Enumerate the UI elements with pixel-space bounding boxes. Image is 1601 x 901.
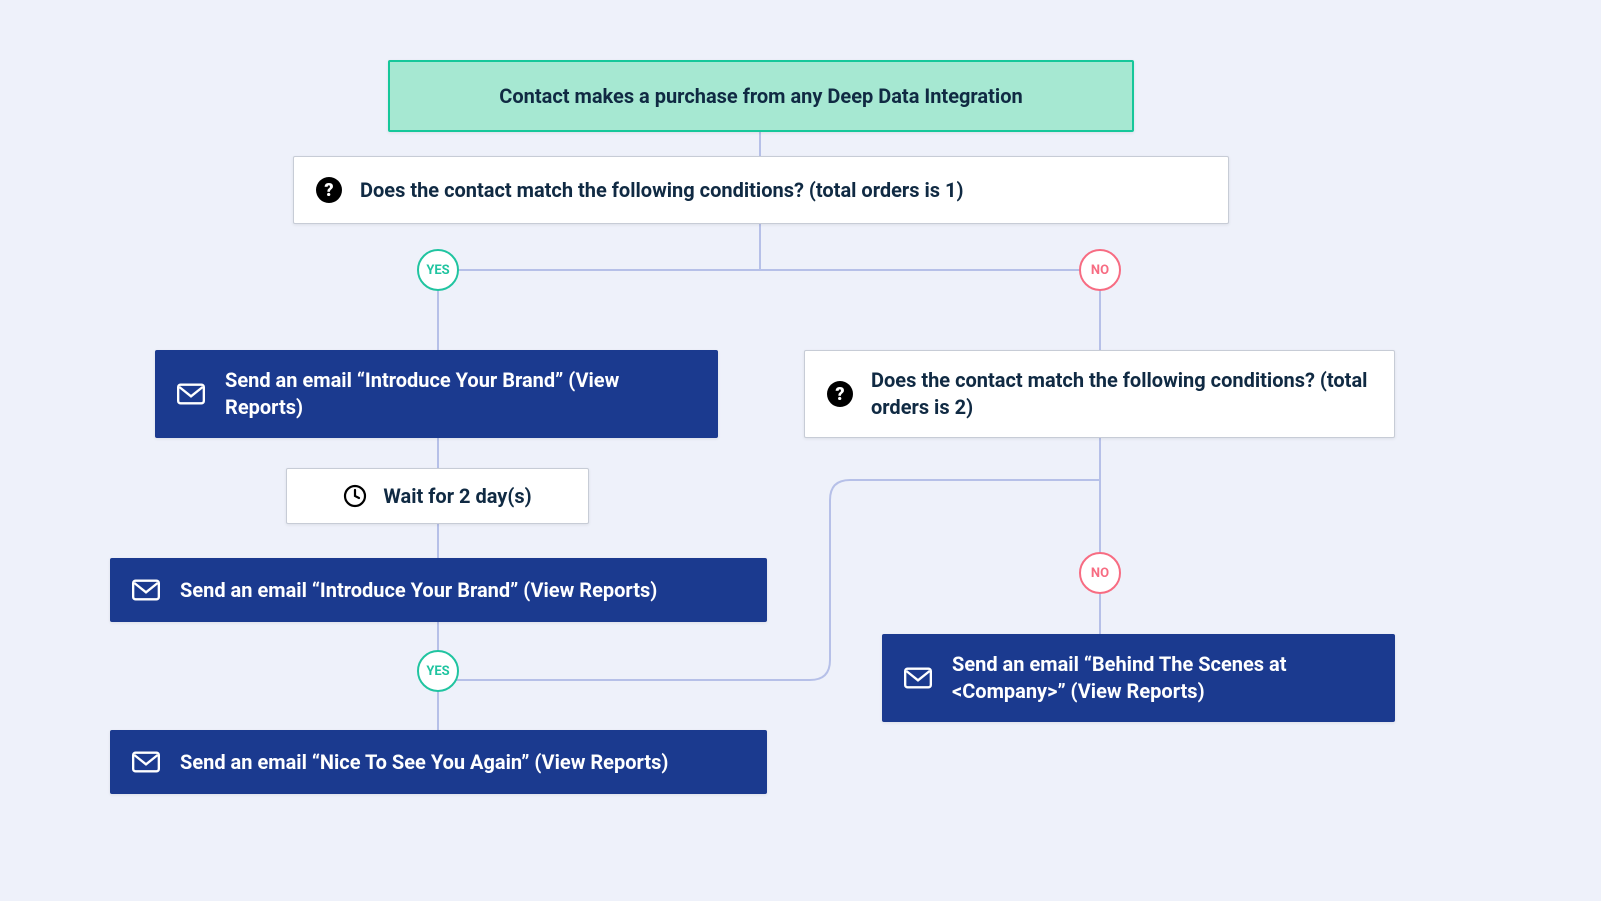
envelope-icon	[132, 579, 160, 601]
envelope-icon	[177, 383, 205, 405]
action-node-4: Send an email “Behind The Scenes at <Com…	[882, 634, 1395, 722]
action-node-2: Send an email “Introduce Your Brand” (Vi…	[110, 558, 767, 622]
branch-badge-no-2: NO	[1079, 552, 1121, 594]
condition-node-2: ? Does the contact match the following c…	[804, 350, 1395, 438]
trigger-node: Contact makes a purchase from any Deep D…	[388, 60, 1134, 132]
condition-text: Does the contact match the following con…	[871, 367, 1372, 421]
branch-badge-yes-1: YES	[417, 249, 459, 291]
condition-text: Does the contact match the following con…	[360, 178, 964, 202]
wait-text: Wait for 2 day(s)	[383, 484, 531, 508]
envelope-icon	[132, 751, 160, 773]
branch-badge-no-1: NO	[1079, 249, 1121, 291]
clock-icon	[343, 484, 367, 508]
action-text: Send an email “Introduce Your Brand” (Vi…	[225, 367, 696, 421]
envelope-icon	[904, 667, 932, 689]
action-text: Send an email “Introduce Your Brand” (Vi…	[180, 577, 657, 604]
wait-node: Wait for 2 day(s)	[286, 468, 589, 524]
condition-node-1: ? Does the contact match the following c…	[293, 156, 1229, 224]
branch-badge-yes-2: YES	[417, 650, 459, 692]
trigger-text: Contact makes a purchase from any Deep D…	[499, 84, 1022, 108]
action-text: Send an email “Behind The Scenes at <Com…	[952, 651, 1373, 705]
question-icon: ?	[827, 381, 853, 407]
question-icon: ?	[316, 177, 342, 203]
action-node-1: Send an email “Introduce Your Brand” (Vi…	[155, 350, 718, 438]
action-node-3: Send an email “Nice To See You Again” (V…	[110, 730, 767, 794]
action-text: Send an email “Nice To See You Again” (V…	[180, 749, 668, 776]
